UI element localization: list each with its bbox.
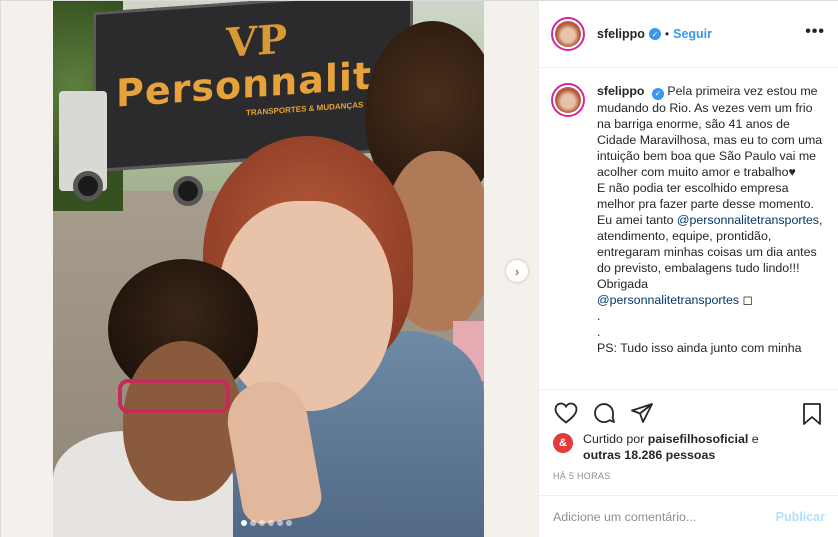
carousel-dot [277, 520, 283, 526]
share-icon [631, 402, 653, 423]
mention-link[interactable]: @personnalitetransportes [677, 213, 819, 227]
next-photo-button[interactable]: › [506, 260, 528, 282]
likes-prefix: Curtido por [583, 432, 648, 446]
caption-dot: . [597, 309, 601, 323]
share-button[interactable] [629, 400, 655, 426]
likes-summary: & Curtido por paisefilhosoficial e outra… [553, 431, 833, 463]
like-button[interactable] [553, 400, 579, 426]
more-options-icon[interactable]: ••• [805, 23, 825, 41]
photo-wheel [173, 176, 203, 206]
likes-text: Curtido por paisefilhosoficial e outras … [583, 431, 759, 463]
post-header: sfelippo ✓ • Seguir ••• [539, 1, 838, 68]
chevron-right-icon: › [514, 263, 520, 279]
avatar-image [555, 87, 581, 113]
post-side-panel: sfelippo ✓ • Seguir ••• sfelippo ✓ Pela … [538, 1, 838, 537]
caption-username-link[interactable]: sfelippo [597, 84, 645, 98]
post-timestamp[interactable]: HÁ 5 HORAS [553, 471, 611, 481]
carousel-indicator [241, 520, 292, 526]
caption-emoji: ◻ [739, 293, 753, 307]
comment-bar: Publicar [539, 495, 838, 537]
save-button[interactable] [799, 401, 825, 427]
photo-wheel [73, 171, 103, 201]
follow-button[interactable]: Seguir [673, 27, 712, 41]
likes-middle: e [748, 432, 759, 446]
liker-avatar[interactable]: & [553, 433, 573, 453]
comment-icon [594, 402, 615, 423]
caption-paragraph-4: PS: Tudo isso ainda junto com minha [597, 341, 802, 355]
comment-button[interactable] [591, 400, 617, 426]
bookmark-icon [803, 403, 821, 425]
publish-button[interactable]: Publicar [776, 510, 825, 524]
verified-badge-icon: ✓ [648, 28, 661, 40]
post-card: VP Personnalitê TRANSPORTES & MUDANÇAS › [0, 0, 838, 537]
liker-username-link[interactable]: paisefilhosoficial [648, 432, 749, 446]
caption-text: sfelippo ✓ Pela primeira vez estou me mu… [597, 83, 827, 389]
photo-image: VP Personnalitê TRANSPORTES & MUDANÇAS [53, 1, 484, 537]
heart-icon [554, 402, 578, 424]
caption-dot: . [597, 325, 601, 339]
carousel-dot [250, 520, 256, 526]
likes-count-link[interactable]: outras 18.286 pessoas [583, 448, 715, 462]
action-bar [539, 389, 838, 435]
avatar[interactable] [551, 17, 585, 51]
photo-person-left-face [123, 341, 243, 501]
caption-paragraph-1: Pela primeira vez estou me mudando do Ri… [597, 84, 826, 179]
carousel-dot [268, 520, 274, 526]
caption-avatar[interactable] [551, 83, 585, 117]
carousel-dot [286, 520, 292, 526]
separator-dot: • [664, 27, 670, 41]
caption: sfelippo ✓ Pela primeira vez estou me mu… [539, 69, 838, 389]
post-photo[interactable]: VP Personnalitê TRANSPORTES & MUDANÇAS › [1, 1, 538, 537]
carousel-dot [259, 520, 265, 526]
avatar-image [555, 21, 581, 47]
photo-truck: VP Personnalitê TRANSPORTES & MUDANÇAS [93, 1, 413, 173]
verified-badge-icon: ✓ [651, 88, 664, 100]
carousel-dot [241, 520, 247, 526]
comment-input[interactable] [553, 510, 776, 524]
mention-link[interactable]: @personnalitetransportes [597, 293, 739, 307]
photo-person-left-glasses [118, 379, 230, 413]
username-link[interactable]: sfelippo [597, 27, 645, 41]
